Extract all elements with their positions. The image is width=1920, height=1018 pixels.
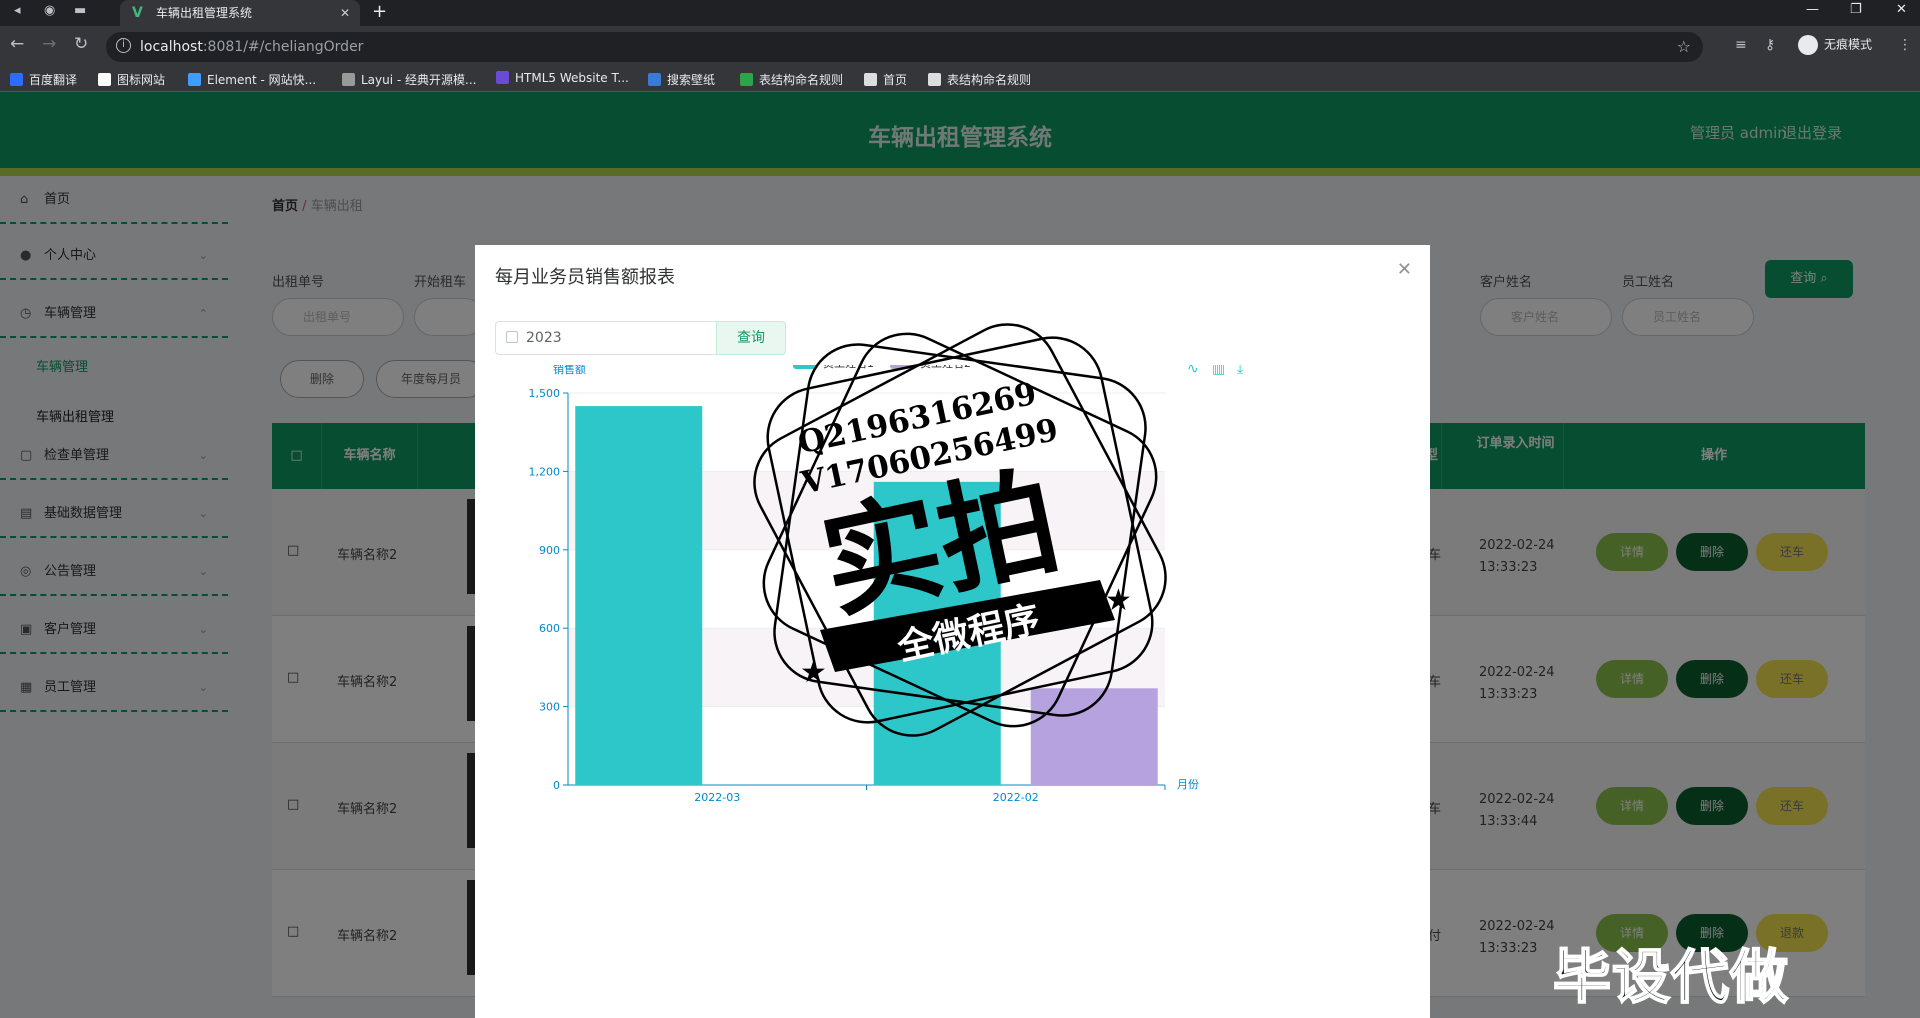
key-icon[interactable]: ⚷ bbox=[1765, 37, 1775, 53]
info-icon[interactable]: i bbox=[116, 38, 131, 53]
globe-icon[interactable]: ◉ bbox=[44, 3, 55, 18]
bookmark-label: HTML5 Website T... bbox=[515, 71, 629, 85]
bookmark-label: 图标网站 bbox=[117, 73, 166, 87]
dialog-title: 每月业务员销售额报表 bbox=[495, 267, 675, 288]
menu-icon[interactable]: ⋮ bbox=[1898, 37, 1912, 53]
y-tick-label: 600 bbox=[539, 622, 560, 635]
bookmark-label: 百度翻译 bbox=[29, 73, 78, 87]
year-picker[interactable]: 2023 bbox=[495, 321, 717, 355]
bookmark-item[interactable]: 表结构命名规则 bbox=[928, 71, 1031, 88]
bookmark-favicon-icon bbox=[188, 73, 201, 86]
restore-icon[interactable]: ❐ bbox=[1850, 0, 1862, 20]
bookmark-item[interactable]: 搜索壁纸 bbox=[648, 71, 715, 88]
new-tab-button[interactable]: + bbox=[372, 0, 387, 24]
incognito-label: 无痕模式 bbox=[1824, 37, 1873, 52]
close-tab-icon[interactable]: ✕ bbox=[340, 0, 350, 26]
bookmark-label: Layui - 经典开源模... bbox=[361, 73, 477, 87]
mute-icon[interactable]: ◂ bbox=[14, 3, 21, 18]
x-tick-label: 2022-02 bbox=[993, 791, 1039, 804]
close-window-icon[interactable]: ✕ bbox=[1896, 0, 1907, 20]
x-axis-label: 月份 bbox=[1177, 778, 1199, 791]
bookmarks-bar: 百度翻译 图标网站 Element - 网站快... Layui - 经典开源模...… bbox=[0, 66, 1920, 92]
calendar-icon bbox=[506, 331, 518, 343]
bookmark-label: 首页 bbox=[883, 73, 908, 87]
reload-icon[interactable]: ↻ bbox=[74, 34, 88, 54]
close-icon[interactable]: ✕ bbox=[1397, 259, 1412, 280]
bookmark-item[interactable]: 首页 bbox=[864, 71, 907, 88]
y-tick-label: 900 bbox=[539, 544, 560, 557]
minimize-icon[interactable]: — bbox=[1806, 0, 1819, 20]
bookmark-star-icon[interactable]: ☆ bbox=[1677, 37, 1691, 56]
bar-chart-icon: ▥ bbox=[1212, 365, 1225, 377]
browser-tab[interactable]: V 车辆出租管理系统 ✕ bbox=[120, 0, 360, 26]
forward-icon[interactable]: → bbox=[42, 34, 56, 54]
url-field[interactable]: i localhost:8081/#/cheliangOrder ☆ bbox=[106, 32, 1703, 62]
bookmark-label: Element - 网站快... bbox=[207, 73, 317, 87]
year-value: 2023 bbox=[526, 330, 562, 346]
address-bar: ← → ↻ i localhost:8081/#/cheliangOrder ☆… bbox=[0, 26, 1920, 66]
star-icon: ★ bbox=[800, 655, 827, 690]
y-tick-label: 1,500 bbox=[529, 387, 561, 400]
tab-title: 车辆出租管理系统 bbox=[156, 6, 253, 20]
y-axis-label: 销售额 bbox=[553, 365, 586, 376]
bookmark-label: 搜索壁纸 bbox=[667, 73, 716, 87]
download-icon: ⤓ bbox=[1237, 365, 1243, 377]
bookmark-label: 表结构命名规则 bbox=[947, 73, 1032, 87]
url-path: :8081/#/cheliangOrder bbox=[202, 39, 364, 55]
bookmark-item[interactable]: 百度翻译 bbox=[10, 71, 77, 88]
watermark-stamp: Q2196316269 V17060256499 实拍 全微程序 ★ ★ bbox=[753, 323, 1167, 737]
back-icon[interactable]: ← bbox=[10, 34, 24, 54]
browser-tab-strip: ◂ ◉ ▬ V 车辆出租管理系统 ✕ + — ❐ ✕ bbox=[0, 0, 1920, 26]
reading-list-icon[interactable]: ≡ bbox=[1735, 37, 1747, 53]
x-tick-label: 2022-03 bbox=[694, 791, 740, 804]
bookmark-favicon-icon bbox=[740, 73, 753, 86]
watermark-text: 毕设代做 bbox=[1552, 942, 1790, 1012]
bookmark-favicon-icon bbox=[928, 73, 941, 86]
bar-0-0 bbox=[575, 406, 703, 785]
y-tick-label: 0 bbox=[553, 779, 560, 792]
bookmark-favicon-icon bbox=[648, 73, 661, 86]
star-icon: ★ bbox=[1105, 583, 1132, 618]
incognito-icon bbox=[1798, 35, 1818, 55]
bookmark-favicon-icon bbox=[496, 71, 509, 84]
bookmark-item[interactable]: HTML5 Website T... bbox=[496, 71, 629, 85]
bookmark-favicon-icon bbox=[864, 73, 877, 86]
vue-logo-icon: V bbox=[132, 5, 143, 21]
url-host: localhost bbox=[140, 39, 203, 55]
bookmark-favicon-icon bbox=[342, 73, 355, 86]
bookmark-label: 表结构命名规则 bbox=[759, 73, 844, 87]
bookmark-item[interactable]: 图标网站 bbox=[98, 71, 165, 88]
y-tick-label: 1,200 bbox=[529, 465, 561, 478]
incognito-indicator[interactable]: 无痕模式 bbox=[1798, 35, 1872, 55]
bookmark-favicon-icon bbox=[10, 73, 23, 86]
bookmark-item[interactable]: Layui - 经典开源模... bbox=[342, 71, 476, 88]
bookmark-item[interactable]: 表结构命名规则 bbox=[740, 71, 843, 88]
y-tick-label: 300 bbox=[539, 701, 560, 714]
tab-search-icon[interactable]: ▬ bbox=[74, 3, 86, 18]
bookmark-favicon-icon bbox=[98, 73, 111, 86]
bookmark-item[interactable]: Element - 网站快... bbox=[188, 71, 316, 88]
